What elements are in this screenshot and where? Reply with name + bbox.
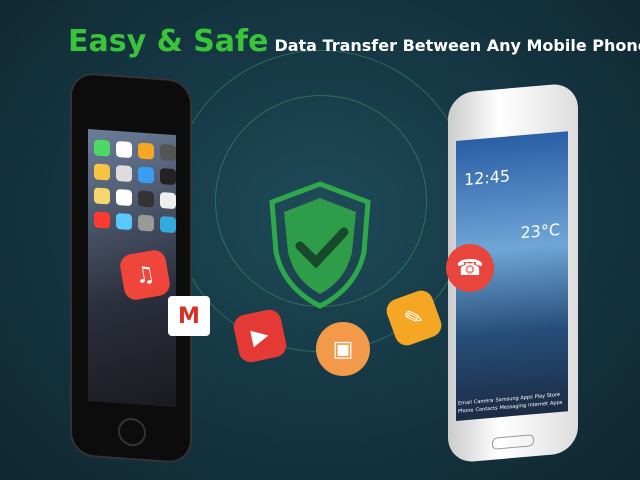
app-label: Email [458, 399, 472, 407]
shield-check-icon [269, 181, 371, 309]
youtube-icon: ▶ [231, 307, 289, 365]
home-button [118, 417, 146, 448]
app-label: Messaging [499, 402, 527, 412]
gmail-icon: M [168, 296, 210, 336]
promo-banner: Easy & Safe Data Transfer Between Any Mob… [0, 0, 640, 480]
app-label: Samsung Apps [495, 394, 533, 404]
contacts-icon: ☎ [446, 244, 494, 292]
app-label: Internet [528, 400, 548, 409]
app-label: Phone [458, 407, 474, 415]
photo-icon: ▣ [316, 322, 370, 376]
headline: Easy & Safe Data Transfer Between Any Mob… [68, 24, 640, 59]
weather-widget: 23°C [520, 219, 560, 243]
app-label: Play Store [534, 391, 560, 401]
app-label: Apps [550, 399, 563, 407]
home-button [492, 434, 534, 450]
music-icon: ♫ [118, 248, 172, 302]
headline-emphasis: Easy & Safe [68, 24, 269, 59]
headline-text: Data Transfer Between Any Mobile Phones [274, 36, 640, 55]
clock-widget: 12:45 [464, 166, 511, 190]
app-label: Contacts [475, 405, 498, 414]
app-label: Camera [473, 397, 494, 406]
